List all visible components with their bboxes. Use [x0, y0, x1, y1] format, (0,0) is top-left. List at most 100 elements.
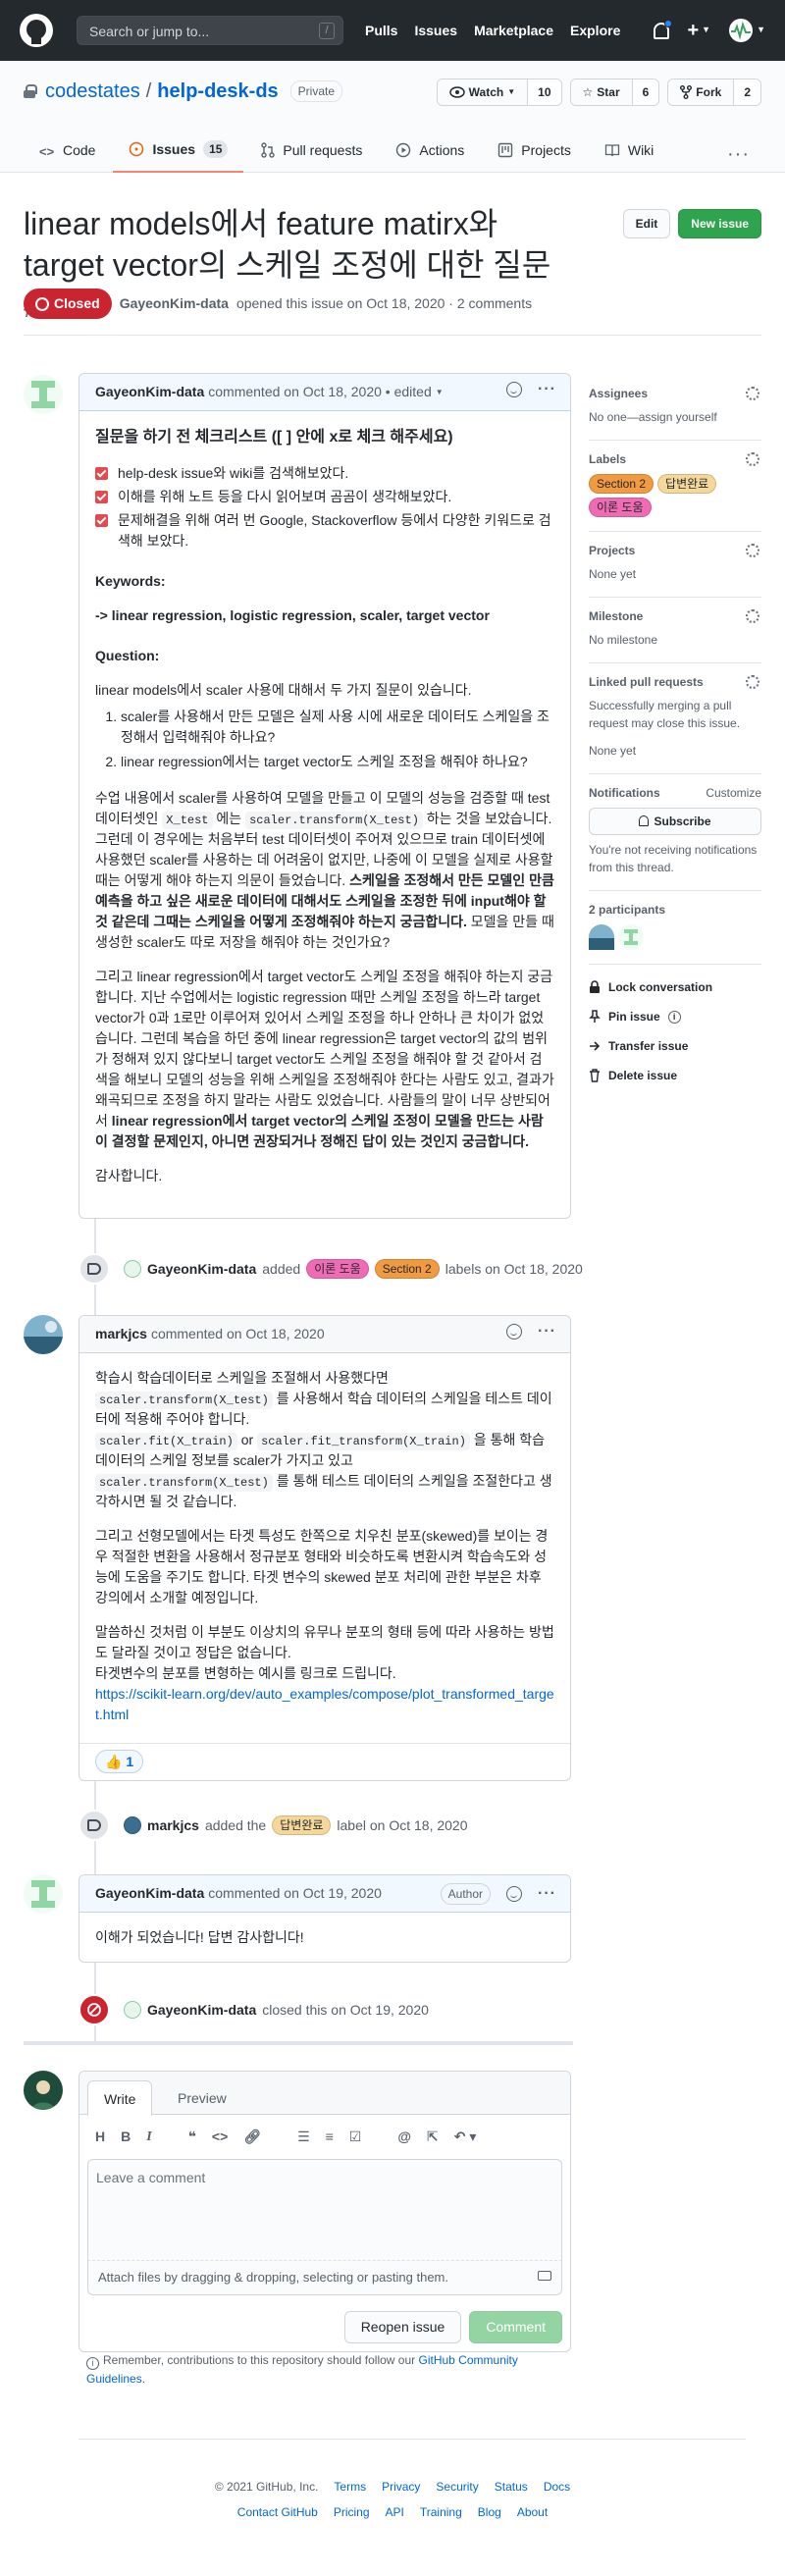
avatar[interactable] — [124, 1260, 141, 1278]
assignees-title[interactable]: Assignees — [589, 385, 761, 402]
markdown-icon[interactable] — [538, 2271, 551, 2281]
star-count[interactable]: 6 — [631, 79, 659, 105]
cross-reference-icon[interactable]: ⇱ — [427, 2127, 439, 2147]
tab-pull-requests[interactable]: Pull requests — [245, 128, 378, 173]
reopen-issue-button[interactable]: Reopen issue — [343, 2310, 462, 2343]
chevron-down-icon[interactable]: ▼ — [436, 387, 444, 398]
lock-conversation-button[interactable]: Lock conversation — [589, 978, 761, 996]
labels-title[interactable]: Labels — [589, 450, 761, 468]
edit-title-button[interactable]: Edit — [622, 209, 671, 238]
code-icon[interactable]: <> — [212, 2127, 228, 2147]
issue-author-link[interactable]: GayeonKim-data — [120, 293, 229, 314]
label-section-2[interactable]: Section 2 — [589, 474, 654, 494]
tab-code[interactable]: <> Code — [24, 128, 111, 173]
thumbs-up-reaction[interactable]: 👍 1 — [95, 1750, 144, 1773]
more-tabs-button[interactable]: ··· — [727, 139, 750, 169]
github-logo-icon[interactable] — [20, 14, 53, 47]
gear-icon[interactable] — [746, 387, 759, 400]
footer-link-contact[interactable]: Contact GitHub — [237, 2503, 318, 2521]
footer-link-terms[interactable]: Terms — [334, 2478, 366, 2496]
watch-button[interactable]: Watch ▼ 10 — [436, 79, 562, 106]
comment-meta[interactable]: commented on Oct 19, 2020 — [208, 1883, 382, 1904]
label-section-2[interactable]: Section 2 — [374, 1259, 440, 1279]
comment-button[interactable]: Comment — [469, 2310, 562, 2343]
star-button[interactable]: ☆ Star 6 — [569, 79, 660, 106]
italic-icon[interactable]: I — [146, 2127, 151, 2147]
checked-checkbox[interactable] — [95, 514, 108, 527]
avatar[interactable] — [24, 1315, 63, 1354]
footer-link-docs[interactable]: Docs — [544, 2478, 570, 2496]
checked-checkbox[interactable] — [95, 491, 108, 503]
transformed-target-link[interactable]: https://scikit-learn.org/dev/auto_exampl… — [95, 1686, 554, 1722]
footer-link-about[interactable]: About — [517, 2503, 548, 2521]
reply-icon[interactable]: ↶ ▾ — [454, 2127, 477, 2147]
avatar[interactable] — [589, 924, 614, 950]
comment-author[interactable]: GayeonKim-data — [95, 382, 204, 402]
comment-textarea[interactable]: Leave a comment — [87, 2159, 562, 2261]
fork-count[interactable]: 2 — [733, 79, 760, 105]
footer-link-pricing[interactable]: Pricing — [334, 2503, 370, 2521]
label-theory-help[interactable]: 이론 도움 — [306, 1259, 369, 1279]
footer-link-blog[interactable]: Blog — [478, 2503, 501, 2521]
footer-link-status[interactable]: Status — [495, 2478, 528, 2496]
notification-bell-icon[interactable] — [654, 19, 673, 39]
linked-prs-title[interactable]: Linked pull requests — [589, 673, 761, 691]
ordered-list-icon[interactable]: ≡ — [326, 2127, 334, 2147]
kebab-menu-icon[interactable]: ··· — [538, 1324, 556, 1340]
avatar[interactable] — [24, 2071, 63, 2110]
footer-link-privacy[interactable]: Privacy — [382, 2478, 420, 2496]
smiley-icon[interactable] — [506, 382, 523, 397]
tab-wiki[interactable]: Wiki — [589, 128, 669, 173]
checked-checkbox[interactable] — [95, 467, 108, 480]
label-theory-help[interactable]: 이론 도움 — [589, 498, 652, 517]
tab-actions[interactable]: Actions — [380, 128, 480, 173]
fork-button[interactable]: Fork 2 — [667, 79, 761, 106]
customize-link[interactable]: Customize — [706, 784, 761, 802]
nav-marketplace[interactable]: Marketplace — [474, 21, 553, 41]
projects-title[interactable]: Projects — [589, 542, 761, 559]
info-icon[interactable]: i — [667, 1010, 681, 1024]
tab-issues[interactable]: Issues 15 — [113, 128, 244, 173]
quote-icon[interactable]: ❝ — [188, 2127, 196, 2147]
repo-owner-link[interactable]: codestates — [45, 77, 140, 106]
nav-issues[interactable]: Issues — [414, 21, 457, 41]
avatar[interactable] — [124, 1816, 141, 1834]
label-answered[interactable]: 답변완료 — [657, 474, 717, 494]
footer-link-security[interactable]: Security — [436, 2478, 478, 2496]
delete-issue-button[interactable]: Delete issue — [589, 1067, 761, 1084]
event-author[interactable]: GayeonKim-data — [147, 2000, 256, 2021]
unordered-list-icon[interactable]: ☰ — [297, 2127, 310, 2147]
gear-icon[interactable] — [746, 675, 759, 689]
watch-count[interactable]: 10 — [527, 79, 561, 105]
comment-meta[interactable]: commented on Oct 18, 2020 — [151, 1324, 325, 1344]
write-tab[interactable]: Write — [87, 2080, 153, 2116]
assignees-value[interactable]: No one—assign yourself — [589, 408, 761, 426]
comment-author[interactable]: GayeonKim-data — [95, 1883, 204, 1904]
smiley-icon[interactable] — [506, 1886, 523, 1902]
avatar[interactable] — [24, 1874, 63, 1914]
smiley-icon[interactable] — [506, 1324, 523, 1340]
heading-icon[interactable]: H — [95, 2127, 105, 2147]
link-icon[interactable]: 🔗︎ — [243, 2127, 261, 2147]
task-list-icon[interactable]: ☑ — [349, 2127, 362, 2147]
avatar[interactable] — [618, 924, 644, 950]
event-author[interactable]: GayeonKim-data — [147, 1259, 256, 1280]
attach-files-bar[interactable]: Attach files by dragging & dropping, sel… — [87, 2261, 562, 2295]
search-input[interactable]: Search or jump to... / — [77, 16, 343, 45]
bold-icon[interactable]: B — [121, 2127, 131, 2147]
pin-issue-button[interactable]: Pin issue i — [589, 1008, 761, 1025]
comment-author[interactable]: markjcs — [95, 1324, 147, 1344]
comment-meta[interactable]: commented on Oct 18, 2020 • edited — [208, 382, 432, 402]
event-author[interactable]: markjcs — [147, 1815, 199, 1836]
avatar[interactable] — [24, 375, 63, 414]
gear-icon[interactable] — [746, 452, 759, 466]
transfer-issue-button[interactable]: Transfer issue — [589, 1037, 761, 1055]
kebab-menu-icon[interactable]: ··· — [538, 1886, 556, 1902]
label-answered[interactable]: 답변완료 — [272, 1815, 332, 1835]
nav-explore[interactable]: Explore — [570, 21, 620, 41]
new-issue-button[interactable]: New issue — [678, 209, 761, 238]
tab-projects[interactable]: Projects — [482, 128, 587, 173]
gear-icon[interactable] — [746, 609, 759, 623]
repo-name-link[interactable]: help-desk-ds — [157, 77, 278, 106]
milestone-title[interactable]: Milestone — [589, 607, 761, 625]
